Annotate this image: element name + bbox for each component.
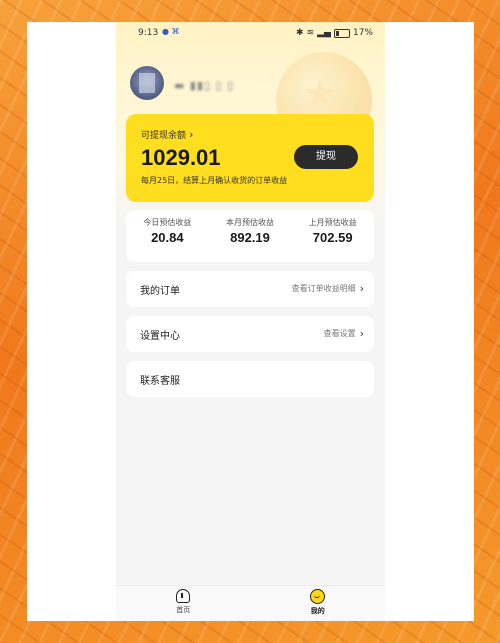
- status-indicators: ✱ ≋ ▂▄ 17%: [296, 28, 373, 38]
- balance-title: 可提现余额: [141, 131, 187, 141]
- balance-title-link[interactable]: 可提现余额 ›: [141, 127, 194, 142]
- stat-value: 892.19: [230, 230, 270, 245]
- menu-label: 我的订单: [140, 286, 180, 297]
- phone-screen: ★ 9:13 ● ⌘ ✱ ≋ ▂▄ 17% ▬ ▮▮▯ ▯ ▯ 可提现余额 › …: [116, 22, 385, 621]
- menu-link[interactable]: 查看设置 ›: [324, 328, 364, 339]
- signal-icon: ▂▄: [317, 28, 331, 38]
- balance-note: 每月25日，结算上月确认收货的订单收益: [141, 176, 288, 185]
- stat-value: 20.84: [151, 230, 184, 245]
- menu-label: 联系客服: [140, 376, 180, 387]
- username: ▬ ▮▮▯ ▯ ▯: [174, 79, 235, 92]
- avatar[interactable]: [130, 66, 164, 100]
- stat-this-month: 本月预估收益 892.19: [209, 210, 292, 262]
- chevron-right-icon: ›: [359, 326, 364, 340]
- menu-link-text: 查看订单收益明细: [291, 284, 356, 293]
- menu-link[interactable]: 查看订单收益明细 ›: [292, 283, 364, 294]
- balance-amount: 1029.01: [141, 145, 221, 170]
- battery-icon: [333, 28, 350, 38]
- withdraw-button[interactable]: 提现: [294, 145, 358, 169]
- stat-label: 上月预估收益: [308, 218, 357, 227]
- status-time: 9:13: [138, 28, 159, 38]
- battery-percent: 17%: [352, 28, 373, 38]
- stat-label: 本月预估收益: [226, 218, 274, 227]
- chevron-right-icon: ›: [359, 281, 364, 295]
- tab-home[interactable]: 首页: [116, 586, 251, 621]
- menu-item-orders[interactable]: 我的订单 查看订单收益明细 ›: [126, 271, 374, 307]
- tab-me[interactable]: 我的: [251, 586, 386, 621]
- avatar-image: [139, 73, 155, 93]
- stat-last-month: 上月预估收益 702.59: [291, 210, 374, 262]
- menu-item-support[interactable]: 联系客服: [126, 361, 374, 397]
- bluetooth-icon: ✱: [296, 28, 304, 38]
- menu-item-settings[interactable]: 设置中心 查看设置 ›: [126, 316, 374, 352]
- chevron-right-icon: ›: [189, 127, 194, 141]
- stat-value: 702.59: [312, 230, 353, 245]
- me-icon: [310, 589, 326, 604]
- tab-label: 首页: [176, 606, 191, 614]
- wifi-icon: ≋: [306, 28, 315, 38]
- menu-link-text: 查看设置: [323, 329, 356, 338]
- stat-today: 今日预估收益 20.84: [126, 210, 209, 262]
- balance-card: 可提现余额 › 1029.01 提现 每月25日，结算上月确认收货的订单收益: [126, 114, 374, 202]
- home-icon: [176, 589, 191, 603]
- bottom-tab-bar: 首页 我的: [116, 585, 385, 621]
- notification-icon: ● ⌘: [162, 27, 180, 36]
- stat-label: 今日预估收益: [143, 218, 192, 227]
- tab-label: 我的: [310, 607, 325, 615]
- status-bar: 9:13 ● ⌘ ✱ ≋ ▂▄ 17%: [116, 22, 385, 44]
- star-icon: ★: [302, 71, 338, 117]
- menu-label: 设置中心: [140, 331, 180, 342]
- earnings-stats: 今日预估收益 20.84 本月预估收益 892.19 上月预估收益 702.59: [126, 210, 374, 262]
